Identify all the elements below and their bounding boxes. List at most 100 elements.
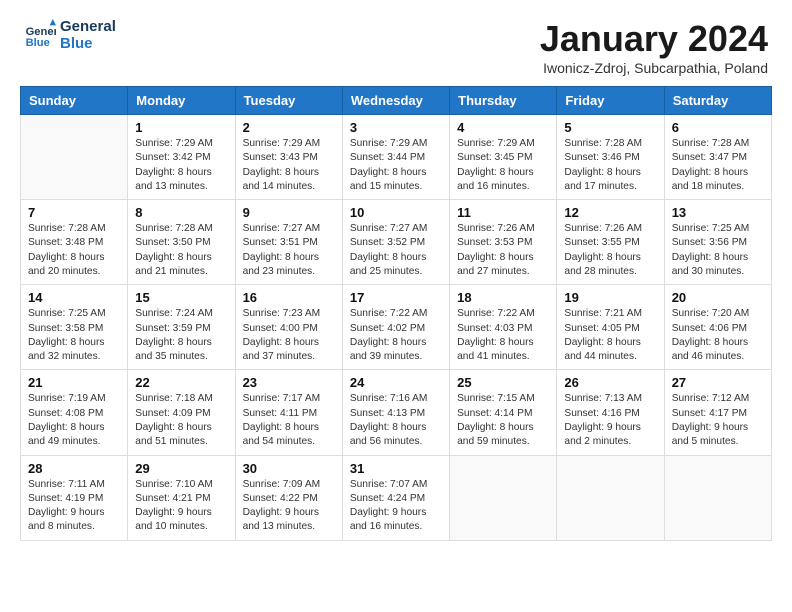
day-header-wednesday: Wednesday	[342, 87, 449, 115]
day-number: 2	[243, 120, 335, 135]
day-number: 7	[28, 205, 120, 220]
day-number: 22	[135, 375, 227, 390]
calendar-cell: 13 Sunrise: 7:25 AM Sunset: 3:56 PM Dayli…	[664, 200, 771, 285]
day-header-saturday: Saturday	[664, 87, 771, 115]
calendar-cell: 2 Sunrise: 7:29 AM Sunset: 3:43 PM Daylig…	[235, 115, 342, 200]
day-info: Sunrise: 7:23 AM Sunset: 4:00 PM Dayligh…	[243, 307, 335, 364]
day-info: Sunrise: 7:29 AM Sunset: 3:45 PM Dayligh…	[457, 137, 549, 194]
day-number: 28	[28, 461, 120, 476]
day-number: 31	[350, 461, 442, 476]
calendar-week-2: 14 Sunrise: 7:25 AM Sunset: 3:58 PM Dayli…	[21, 285, 772, 370]
day-number: 14	[28, 290, 120, 305]
day-number: 4	[457, 120, 549, 135]
svg-text:Blue: Blue	[26, 37, 50, 49]
calendar-cell: 26Sunrise: 7:13 AM Sunset: 4:16 PM Dayli…	[557, 370, 664, 455]
day-info: Sunrise: 7:27 AM Sunset: 3:52 PM Dayligh…	[350, 222, 442, 279]
day-number: 23	[243, 375, 335, 390]
calendar-cell: 15Sunrise: 7:24 AM Sunset: 3:59 PM Dayli…	[128, 285, 235, 370]
calendar-cell: 6 Sunrise: 7:28 AM Sunset: 3:47 PM Daylig…	[664, 115, 771, 200]
day-info: Sunrise: 7:10 AM Sunset: 4:21 PM Dayligh…	[135, 478, 227, 535]
day-header-friday: Friday	[557, 87, 664, 115]
calendar-cell: 5 Sunrise: 7:28 AM Sunset: 3:46 PM Daylig…	[557, 115, 664, 200]
day-number: 16	[243, 290, 335, 305]
calendar-cell: 17 Sunrise: 7:22 AM Sunset: 4:02 PM Dayli…	[342, 285, 449, 370]
calendar-cell: 16 Sunrise: 7:23 AM Sunset: 4:00 PM Dayli…	[235, 285, 342, 370]
header-row: SundayMondayTuesdayWednesdayThursdayFrid…	[21, 87, 772, 115]
day-info: Sunrise: 7:13 AM Sunset: 4:16 PM Dayligh…	[564, 392, 656, 449]
calendar-cell: 22 Sunrise: 7:18 AM Sunset: 4:09 PM Dayli…	[128, 370, 235, 455]
logo-general: General	[60, 18, 116, 35]
calendar-week-3: 21Sunrise: 7:19 AM Sunset: 4:08 PM Dayli…	[21, 370, 772, 455]
day-info: Sunrise: 7:22 AM Sunset: 4:02 PM Dayligh…	[350, 307, 442, 364]
calendar-week-4: 28 Sunrise: 7:11 AM Sunset: 4:19 PM Dayli…	[21, 455, 772, 540]
calendar-body: 1Sunrise: 7:29 AM Sunset: 3:42 PM Daylig…	[21, 115, 772, 541]
calendar-cell: 14 Sunrise: 7:25 AM Sunset: 3:58 PM Dayli…	[21, 285, 128, 370]
day-number: 12	[564, 205, 656, 220]
day-number: 6	[672, 120, 764, 135]
svg-text:General: General	[26, 26, 56, 38]
calendar-cell: 31 Sunrise: 7:07 AM Sunset: 4:24 PM Dayli…	[342, 455, 449, 540]
calendar-cell: 24Sunrise: 7:16 AM Sunset: 4:13 PM Dayli…	[342, 370, 449, 455]
calendar-cell: 8 Sunrise: 7:28 AM Sunset: 3:50 PM Daylig…	[128, 200, 235, 285]
calendar-cell: 27Sunrise: 7:12 AM Sunset: 4:17 PM Dayli…	[664, 370, 771, 455]
day-info: Sunrise: 7:11 AM Sunset: 4:19 PM Dayligh…	[28, 478, 120, 535]
page-header: General Blue General Blue January 2024 I…	[0, 0, 792, 86]
day-number: 10	[350, 205, 442, 220]
calendar-cell: 21Sunrise: 7:19 AM Sunset: 4:08 PM Dayli…	[21, 370, 128, 455]
day-info: Sunrise: 7:28 AM Sunset: 3:50 PM Dayligh…	[135, 222, 227, 279]
location-subtitle: Iwonicz-Zdroj, Subcarpathia, Poland	[540, 60, 768, 76]
calendar-cell: 29Sunrise: 7:10 AM Sunset: 4:21 PM Dayli…	[128, 455, 235, 540]
day-number: 15	[135, 290, 227, 305]
day-header-thursday: Thursday	[450, 87, 557, 115]
day-info: Sunrise: 7:28 AM Sunset: 3:48 PM Dayligh…	[28, 222, 120, 279]
day-info: Sunrise: 7:07 AM Sunset: 4:24 PM Dayligh…	[350, 478, 442, 535]
calendar-wrapper: SundayMondayTuesdayWednesdayThursdayFrid…	[0, 86, 792, 551]
day-info: Sunrise: 7:25 AM Sunset: 3:56 PM Dayligh…	[672, 222, 764, 279]
month-title: January 2024	[540, 18, 768, 60]
day-number: 3	[350, 120, 442, 135]
day-info: Sunrise: 7:17 AM Sunset: 4:11 PM Dayligh…	[243, 392, 335, 449]
day-info: Sunrise: 7:29 AM Sunset: 3:43 PM Dayligh…	[243, 137, 335, 194]
day-info: Sunrise: 7:25 AM Sunset: 3:58 PM Dayligh…	[28, 307, 120, 364]
calendar-table: SundayMondayTuesdayWednesdayThursdayFrid…	[20, 86, 772, 541]
day-number: 20	[672, 290, 764, 305]
logo-icon: General Blue	[24, 19, 56, 51]
day-number: 17	[350, 290, 442, 305]
day-info: Sunrise: 7:28 AM Sunset: 3:47 PM Dayligh…	[672, 137, 764, 194]
day-info: Sunrise: 7:28 AM Sunset: 3:46 PM Dayligh…	[564, 137, 656, 194]
day-info: Sunrise: 7:22 AM Sunset: 4:03 PM Dayligh…	[457, 307, 549, 364]
day-number: 1	[135, 120, 227, 135]
calendar-header: SundayMondayTuesdayWednesdayThursdayFrid…	[21, 87, 772, 115]
day-info: Sunrise: 7:21 AM Sunset: 4:05 PM Dayligh…	[564, 307, 656, 364]
calendar-cell: 20Sunrise: 7:20 AM Sunset: 4:06 PM Dayli…	[664, 285, 771, 370]
calendar-cell: 28 Sunrise: 7:11 AM Sunset: 4:19 PM Dayli…	[21, 455, 128, 540]
day-info: Sunrise: 7:27 AM Sunset: 3:51 PM Dayligh…	[243, 222, 335, 279]
day-number: 25	[457, 375, 549, 390]
day-info: Sunrise: 7:16 AM Sunset: 4:13 PM Dayligh…	[350, 392, 442, 449]
calendar-cell: 9 Sunrise: 7:27 AM Sunset: 3:51 PM Daylig…	[235, 200, 342, 285]
calendar-cell	[450, 455, 557, 540]
day-number: 8	[135, 205, 227, 220]
day-info: Sunrise: 7:09 AM Sunset: 4:22 PM Dayligh…	[243, 478, 335, 535]
logo: General Blue General Blue	[24, 18, 116, 53]
day-number: 5	[564, 120, 656, 135]
day-number: 13	[672, 205, 764, 220]
calendar-cell	[21, 115, 128, 200]
calendar-cell: 4 Sunrise: 7:29 AM Sunset: 3:45 PM Daylig…	[450, 115, 557, 200]
logo-blue: Blue	[60, 35, 116, 52]
day-header-monday: Monday	[128, 87, 235, 115]
day-number: 27	[672, 375, 764, 390]
calendar-week-1: 7 Sunrise: 7:28 AM Sunset: 3:48 PM Daylig…	[21, 200, 772, 285]
day-info: Sunrise: 7:29 AM Sunset: 3:44 PM Dayligh…	[350, 137, 442, 194]
calendar-cell: 7 Sunrise: 7:28 AM Sunset: 3:48 PM Daylig…	[21, 200, 128, 285]
day-header-tuesday: Tuesday	[235, 87, 342, 115]
day-header-sunday: Sunday	[21, 87, 128, 115]
calendar-cell: 18 Sunrise: 7:22 AM Sunset: 4:03 PM Dayli…	[450, 285, 557, 370]
day-info: Sunrise: 7:26 AM Sunset: 3:53 PM Dayligh…	[457, 222, 549, 279]
day-number: 18	[457, 290, 549, 305]
day-number: 9	[243, 205, 335, 220]
day-info: Sunrise: 7:18 AM Sunset: 4:09 PM Dayligh…	[135, 392, 227, 449]
day-info: Sunrise: 7:26 AM Sunset: 3:55 PM Dayligh…	[564, 222, 656, 279]
calendar-cell: 12 Sunrise: 7:26 AM Sunset: 3:55 PM Dayli…	[557, 200, 664, 285]
calendar-cell: 30Sunrise: 7:09 AM Sunset: 4:22 PM Dayli…	[235, 455, 342, 540]
